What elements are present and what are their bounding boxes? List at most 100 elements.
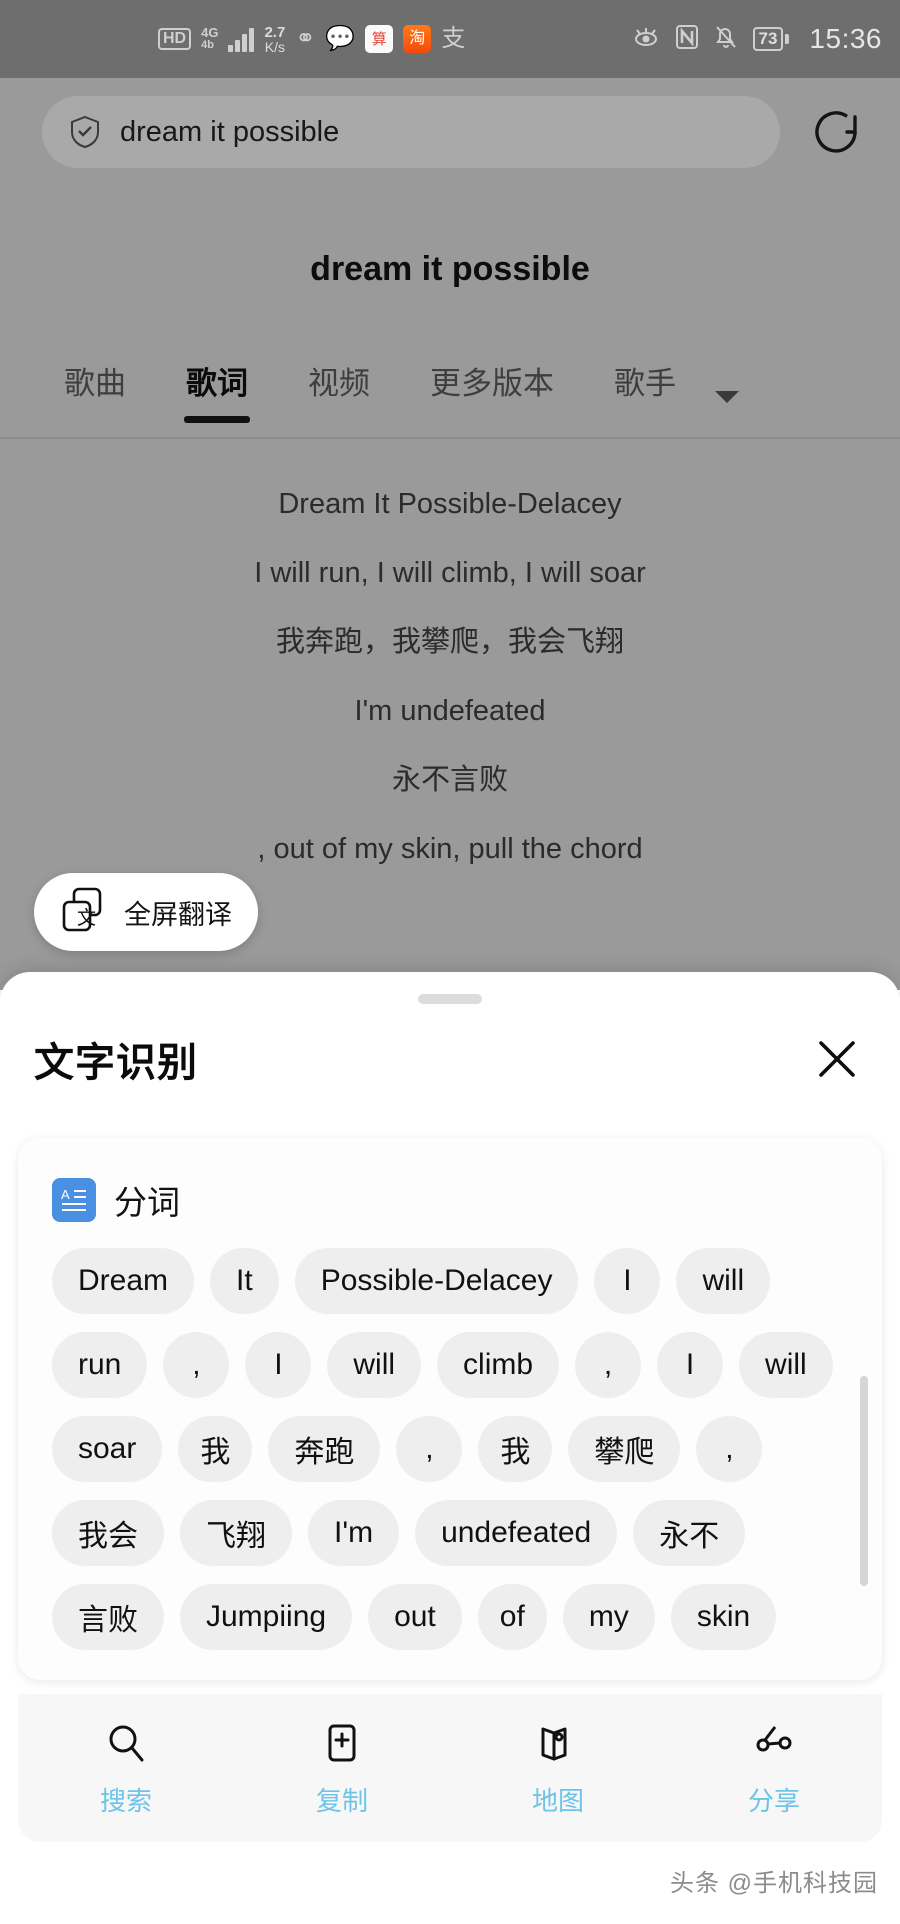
search-icon [104,1719,148,1767]
copy-icon [320,1719,364,1767]
tab-songs[interactable]: 歌曲 [34,352,156,403]
calculator-app-icon: 算 [365,25,394,53]
text-segmentation-icon: A [52,1178,96,1222]
watermark: 头条 @手机科技园 [669,1870,878,1897]
action-copy-label: 复制 [315,1785,368,1816]
word-chip[interactable]: 我 [178,1416,253,1482]
word-chip[interactable]: skin [670,1584,777,1650]
svg-text:A: A [61,1187,70,1202]
page-title: dream it possible [310,250,590,288]
sheet-drag-handle[interactable] [418,994,482,1004]
status-bar-right: 73 15:36 [631,23,883,55]
scrollbar-thumb[interactable] [860,1376,868,1586]
word-chip[interactable]: I [245,1332,312,1398]
segmentation-header: A 分词 [18,1138,882,1224]
action-copy[interactable]: 复制 [234,1719,450,1818]
word-chip[interactable]: I [594,1248,661,1314]
share-icon [752,1719,796,1767]
word-chip[interactable]: soar [52,1416,163,1482]
chevron-down-icon[interactable] [712,378,742,411]
lyric-line: 永不言败 [391,764,508,796]
word-chip[interactable]: out [368,1584,462,1650]
lyric-line: 我奔跑，我攀爬，我会飞翔 [275,626,624,658]
word-chip[interactable]: will [739,1332,833,1398]
hd-icon: HD [158,28,192,50]
text-recognition-sheet: 文字识别 A 分词 Dream It Possible-Delacey I wi… [0,972,900,1924]
word-chip[interactable]: 我会 [52,1500,164,1566]
background-app-dimmed: HD 4G 4b 2.7 K/s ⚭ 💬 算 淘 支 73 15:36 drea… [0,0,900,990]
alipay-icon: 支 [441,25,466,52]
bluetooth-icon: ⚭ [295,25,316,52]
svg-text:文: 文 [77,907,96,929]
word-chip[interactable]: climb [437,1332,560,1398]
battery-level: 73 [752,26,784,52]
lyric-line: I will run, I will climb, I will soar [254,557,646,589]
word-chip[interactable]: will [676,1248,771,1314]
shield-check-icon [68,114,102,150]
word-chip[interactable]: undefeated [415,1500,618,1566]
word-chip[interactable]: Jumpiing [180,1584,353,1650]
eye-comfort-icon [631,25,661,54]
tab-artists[interactable]: 歌手 [584,352,706,403]
word-chip[interactable]: my [562,1584,655,1650]
action-search-label: 搜索 [99,1785,152,1816]
fullscreen-translate-label: 全屏翻译 [124,899,232,930]
tab-bar: 歌曲 歌词 视频 更多版本 歌手 [0,352,900,437]
taobao-app-icon: 淘 [403,25,432,53]
nfc-icon [675,24,699,55]
word-chip[interactable]: I'm [308,1500,400,1566]
map-icon [536,1719,580,1767]
word-chip[interactable]: , [396,1416,463,1482]
action-search[interactable]: 搜索 [18,1719,234,1818]
word-chip[interactable]: I [657,1332,724,1398]
search-input[interactable]: dream it possible [42,96,780,168]
phone-screen: HD 4G 4b 2.7 K/s ⚭ 💬 算 淘 支 73 15:36 drea… [0,0,900,1924]
word-chip[interactable]: of [477,1584,547,1650]
close-icon[interactable] [808,1030,866,1088]
lyric-line: Dream It Possible-Delacey [278,488,622,520]
sheet-header: 文字识别 [0,1004,900,1088]
tab-lyrics[interactable]: 歌词 [156,352,278,403]
word-chip[interactable]: run [52,1332,148,1398]
network-speed-indicator: 2.7 K/s [264,23,286,55]
battery-icon: 73 [752,26,790,52]
word-chip[interactable]: It [210,1248,279,1314]
status-bar-left: HD 4G 4b 2.7 K/s ⚭ 💬 算 淘 支 [158,25,465,54]
translate-icon: 文 [56,884,108,941]
word-chip[interactable]: Dream [52,1248,195,1314]
sheet-title: 文字识别 [34,1041,198,1085]
lyric-line: I'm undefeated [354,695,546,727]
sheet-action-bar: 搜索 复制 地图 分享 [18,1694,882,1842]
clock: 15:36 [809,23,882,54]
word-chip[interactable]: 我 [478,1416,553,1482]
word-chip[interactable]: Possible-Delacey [294,1248,579,1314]
word-chip[interactable]: , [575,1332,642,1398]
tab-more-versions[interactable]: 更多版本 [400,352,584,403]
word-chip[interactable]: , [696,1416,763,1482]
action-share[interactable]: 分享 [666,1719,882,1818]
word-chip[interactable]: will [327,1332,422,1398]
segmented-words-scroll-area[interactable]: Dream It Possible-Delacey I will run , I… [18,1248,882,1668]
word-chip[interactable]: 言败 [52,1584,164,1650]
lyrics-list: Dream It Possible-Delacey I will run, I … [0,470,900,884]
search-query-text: dream it possible [120,115,340,148]
status-bar: HD 4G 4b 2.7 K/s ⚭ 💬 算 淘 支 73 15:36 [0,0,900,78]
action-map[interactable]: 地图 [450,1719,666,1818]
word-chip[interactable]: 奔跑 [268,1416,381,1482]
word-chip[interactable]: 飞翔 [180,1500,292,1566]
mute-icon [713,24,739,55]
tab-videos[interactable]: 视频 [278,352,400,403]
fullscreen-translate-button[interactable]: 文 全屏翻译 [34,873,258,951]
segmentation-label: 分词 [114,1184,180,1221]
word-chip[interactable]: , [163,1332,230,1398]
network-type-icon: 4G 4b [201,25,219,52]
action-map-label: 地图 [531,1785,584,1816]
refresh-icon[interactable] [800,96,872,168]
segmented-words-list: Dream It Possible-Delacey I will run , I… [52,1248,842,1650]
action-share-label: 分享 [747,1785,800,1816]
word-chip[interactable]: 攀爬 [568,1416,681,1482]
signal-bars-icon [228,26,255,52]
search-row: dream it possible [0,92,900,172]
message-icon: 💬 [325,25,356,52]
word-chip[interactable]: 永不 [633,1500,746,1566]
